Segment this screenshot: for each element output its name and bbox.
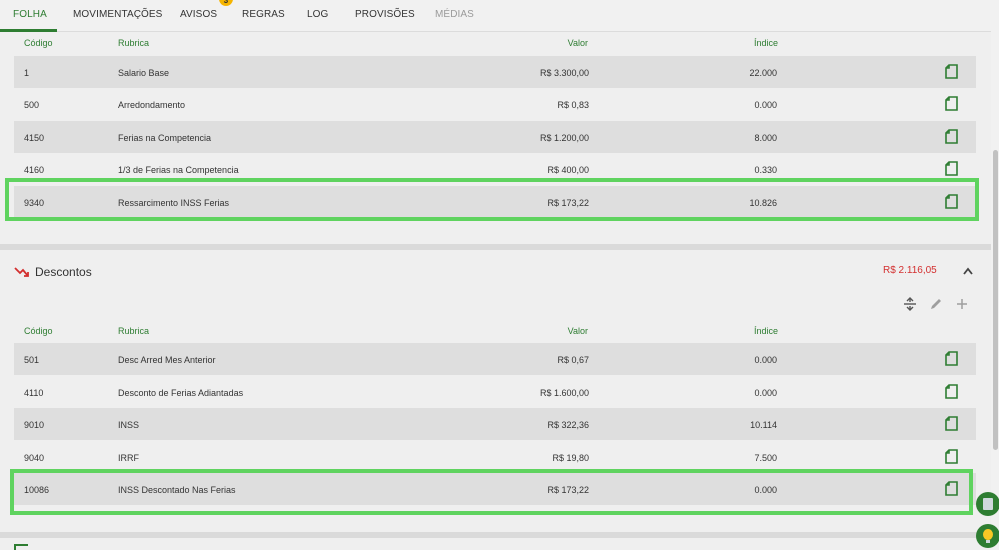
avisos-count-badge: 3 xyxy=(219,0,233,6)
cell-indice: 8.000 xyxy=(754,133,777,143)
copy-document-icon[interactable] xyxy=(945,129,959,144)
section-total: R$ 2.116,05 xyxy=(883,265,937,276)
cell-valor: R$ 400,00 xyxy=(547,165,589,175)
tab-medias: MÉDIAS xyxy=(435,9,474,20)
scrollbar-thumb[interactable] xyxy=(993,150,998,450)
copy-document-icon[interactable] xyxy=(945,351,959,366)
chevron-up-icon[interactable] xyxy=(962,267,974,275)
cell-codigo: 9010 xyxy=(24,420,45,430)
table-row: 1 Salario Base R$ 3.300,00 22.000 xyxy=(14,56,976,88)
edit-pencil-icon[interactable] xyxy=(929,297,943,311)
cell-indice: 0.330 xyxy=(754,165,777,175)
table-row: 10086 INSS Descontado Nas Ferias R$ 173,… xyxy=(14,473,976,505)
section-title: Descontos xyxy=(35,265,92,279)
cell-indice: 0.000 xyxy=(754,100,777,110)
copy-document-icon[interactable] xyxy=(945,194,959,209)
column-header-codigo: Código xyxy=(24,38,53,48)
cell-codigo: 4110 xyxy=(24,388,44,398)
copy-document-icon[interactable] xyxy=(945,416,959,431)
tab-bar: FOLHA MOVIMENTAÇÕES AVISOS 3 REGRAS LOG … xyxy=(0,0,991,32)
report-icon xyxy=(983,498,993,510)
column-header-rubrica: Rubrica xyxy=(118,38,150,48)
cell-indice: 0.000 xyxy=(754,388,777,398)
trending-down-icon xyxy=(14,267,29,277)
lightbulb-icon xyxy=(983,529,993,540)
copy-document-icon[interactable] xyxy=(945,64,959,79)
cell-valor: R$ 173,22 xyxy=(547,485,589,495)
cell-codigo: 500 xyxy=(24,100,40,110)
cell-rubrica: IRRF xyxy=(118,453,139,463)
tab-provisoes[interactable]: PROVISÕES xyxy=(355,9,415,20)
add-plus-icon[interactable] xyxy=(955,297,969,311)
column-header-indice: Índice xyxy=(754,326,779,336)
column-header-valor: Valor xyxy=(567,326,588,336)
cell-rubrica: Salario Base xyxy=(118,68,170,78)
cell-valor: R$ 0,67 xyxy=(557,355,589,365)
table-row: 4150 Ferias na Competencia R$ 1.200,00 8… xyxy=(14,121,976,153)
cell-codigo: 1 xyxy=(24,68,30,78)
cell-indice: 0.000 xyxy=(754,485,777,495)
cell-rubrica: Ressarcimento INSS Ferias xyxy=(118,198,230,208)
copy-document-icon[interactable] xyxy=(945,449,959,464)
tab-folha[interactable]: FOLHA xyxy=(13,9,47,20)
descontos-panel: Descontos R$ 2.116,05 Código Rubrica Val… xyxy=(0,250,991,532)
cell-valor: R$ 322,36 xyxy=(547,420,589,430)
cell-rubrica: 1/3 de Ferias na Competencia xyxy=(118,165,239,175)
column-header-indice: Índice xyxy=(754,38,779,48)
cell-indice: 7.500 xyxy=(754,453,777,463)
tab-avisos[interactable]: AVISOS xyxy=(180,9,217,20)
cell-indice: 10.826 xyxy=(749,198,777,208)
cell-codigo: 4150 xyxy=(24,133,45,143)
cell-rubrica: INSS Descontado Nas Ferias xyxy=(118,485,236,495)
cell-valor: R$ 173,22 xyxy=(547,198,589,208)
table-row: 9040 IRRF R$ 19,80 7.500 xyxy=(14,441,976,473)
table-row: 9010 INSS R$ 322,36 10.114 xyxy=(14,408,976,440)
column-header-rubrica: Rubrica xyxy=(118,326,150,336)
copy-document-icon[interactable] xyxy=(945,96,959,111)
cell-rubrica: Arredondamento xyxy=(118,100,186,110)
cell-valor: R$ 1.200,00 xyxy=(539,133,589,143)
next-section-header xyxy=(0,538,991,550)
cell-codigo: 501 xyxy=(24,355,40,365)
cell-rubrica: Desconto de Ferias Adiantadas xyxy=(118,388,244,398)
table-row: 4110 Desconto de Ferias Adiantadas R$ 1.… xyxy=(14,376,976,408)
tips-button[interactable] xyxy=(976,524,999,548)
cell-codigo: 4160 xyxy=(24,165,45,175)
cell-valor: R$ 1.600,00 xyxy=(539,388,589,398)
column-header-codigo: Código xyxy=(24,326,53,336)
cell-indice: 22.000 xyxy=(749,68,777,78)
proventos-panel: Código Rubrica Valor Índice 1 Salario Ba… xyxy=(0,32,991,244)
cell-valor: R$ 19,80 xyxy=(552,453,589,463)
cell-indice: 0.000 xyxy=(754,355,777,365)
cell-rubrica: INSS xyxy=(118,420,140,430)
scrollbar[interactable] xyxy=(991,0,999,550)
cell-codigo: 9340 xyxy=(24,198,45,208)
cell-codigo: 9040 xyxy=(24,453,45,463)
copy-document-icon[interactable] xyxy=(945,161,959,176)
table-row: 501 Desc Arred Mes Anterior R$ 0,67 0.00… xyxy=(14,343,976,375)
cell-valor: R$ 0,83 xyxy=(557,100,589,110)
tab-movimentacoes[interactable]: MOVIMENTAÇÕES xyxy=(73,9,162,20)
cell-indice: 10.114 xyxy=(750,420,777,430)
table-row: 9340 Ressarcimento INSS Ferias R$ 173,22… xyxy=(14,186,976,218)
copy-document-icon[interactable] xyxy=(945,481,959,496)
table-row: 4160 1/3 de Ferias na Competencia R$ 400… xyxy=(14,153,976,185)
tab-regras[interactable]: REGRAS xyxy=(242,9,285,20)
cell-rubrica: Ferias na Competencia xyxy=(118,133,212,143)
cell-codigo: 10086 xyxy=(24,485,50,495)
copy-document-icon[interactable] xyxy=(945,384,959,399)
report-button[interactable] xyxy=(976,492,999,516)
table-row: 500 Arredondamento R$ 0,83 0.000 xyxy=(14,88,976,120)
tab-log[interactable]: LOG xyxy=(307,9,328,20)
column-header-valor: Valor xyxy=(567,38,588,48)
cell-valor: R$ 3.300,00 xyxy=(539,68,589,78)
section-icon xyxy=(14,544,28,550)
expand-collapse-icon[interactable] xyxy=(903,297,917,311)
cell-rubrica: Desc Arred Mes Anterior xyxy=(118,355,216,365)
